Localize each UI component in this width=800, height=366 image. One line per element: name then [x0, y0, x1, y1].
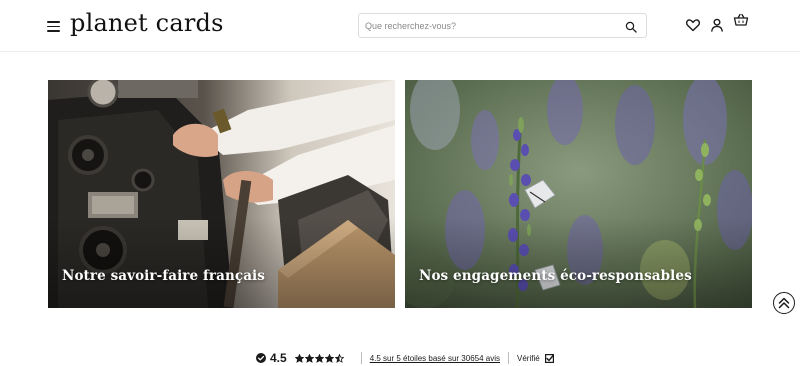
verified-label: Vérifié	[517, 353, 540, 363]
star-full-icon	[294, 353, 304, 363]
star-full-icon	[304, 353, 314, 363]
star-full-icon	[314, 353, 324, 363]
search-icon[interactable]	[625, 20, 637, 33]
basket-icon[interactable]	[733, 12, 749, 28]
rating-score: 4.5	[270, 351, 287, 365]
double-chevron-up-icon[interactable]	[773, 292, 795, 314]
star-full-icon	[324, 353, 334, 363]
card-savoir-faire[interactable]: Notre savoir-faire français	[48, 80, 395, 308]
site-header: planet cards	[0, 0, 800, 52]
heart-icon[interactable]	[685, 17, 701, 33]
star-rating	[294, 353, 345, 363]
search-input[interactable]	[365, 17, 615, 35]
star-half-icon	[334, 353, 344, 363]
search-bar	[358, 13, 647, 38]
card-title: Notre savoir-faire français	[62, 268, 265, 284]
card-title: Nos engagements éco-responsables	[419, 268, 692, 284]
brand-logo[interactable]: planet cards	[70, 9, 224, 37]
hamburger-menu-icon[interactable]	[47, 20, 61, 32]
reviews-summary: 4.5 4.5 sur 5 étoiles basé sur 30654 avi…	[256, 350, 554, 366]
divider	[508, 352, 509, 364]
verified-badge-icon	[544, 353, 554, 363]
divider	[360, 352, 362, 364]
reviews-link[interactable]: 4.5 sur 5 étoiles basé sur 30654 avis	[370, 354, 500, 363]
card-eco-responsable[interactable]: Nos engagements éco-responsables	[405, 80, 752, 308]
check-circle-icon	[256, 353, 266, 363]
user-icon[interactable]	[709, 17, 725, 33]
